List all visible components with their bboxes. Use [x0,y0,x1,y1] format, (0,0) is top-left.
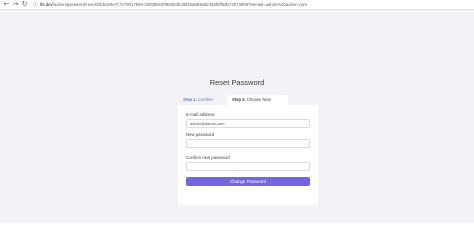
confirm-password-label: Confirm new password [186,155,230,160]
tab-choose-new-password[interactable]: Step 2. Choose New Password [227,95,288,112]
url-host: lht.dev [40,2,53,7]
step-tabs: Step 1. Confirm Email Step 2. Choose New… [178,95,318,112]
info-icon[interactable]: ⓘ [33,1,38,8]
forward-arrow-icon[interactable]: → [11,0,20,9]
address-bar[interactable]: ⓘ lht.dev /admin/password/reset/dfcb0e9e… [33,1,474,9]
tab-confirm-email[interactable]: Step 1. Confirm Email [178,95,225,112]
back-arrow-icon[interactable]: ← [2,0,11,9]
email-field[interactable] [186,119,310,128]
tab-step-number: Step 1. [183,97,197,102]
tab-step-number: Step 2. [232,97,246,102]
reload-icon[interactable]: ↻ [20,0,29,9]
confirm-password-field[interactable] [186,162,310,171]
email-label: E-mail address [186,112,215,117]
change-password-button[interactable]: Change Password [186,177,310,186]
reset-password-form: E-mail address New password Confirm new … [178,105,318,205]
new-password-field[interactable] [186,139,310,148]
url-path: /admin/password/reset/dfcb0e9e7c7c790179… [52,2,307,7]
page-title: Reset Password [209,78,265,87]
page-content: Reset Password Step 1. Confirm Email Ste… [0,10,474,223]
new-password-label: New password [186,132,215,137]
browser-toolbar: ← → ↻ ⓘ lht.dev /admin/password/reset/df… [0,0,474,10]
